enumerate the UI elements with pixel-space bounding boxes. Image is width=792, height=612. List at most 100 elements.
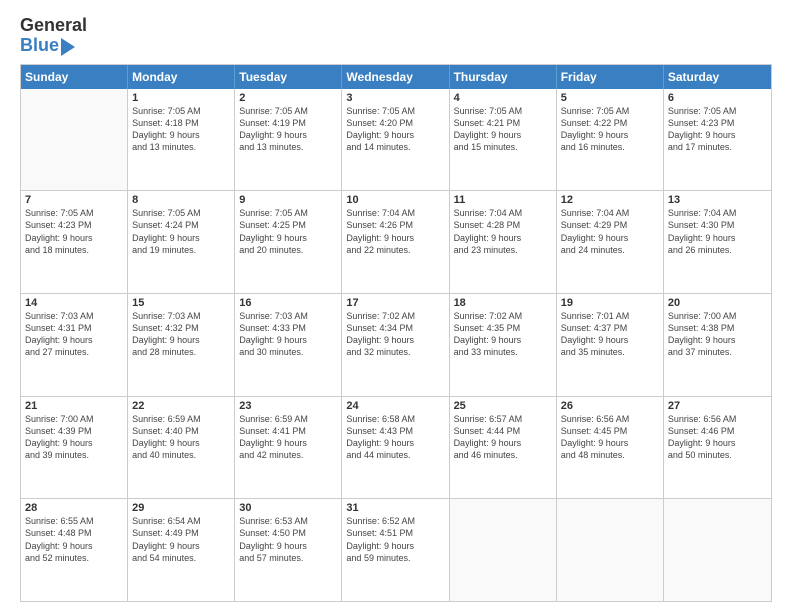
daylight-text-2: and 18 minutes.	[25, 244, 123, 256]
day-number: 3	[346, 92, 444, 104]
daylight-text-1: Daylight: 9 hours	[132, 540, 230, 552]
calendar-cell: 25Sunrise: 6:57 AMSunset: 4:44 PMDayligh…	[450, 397, 557, 499]
day-number: 23	[239, 400, 337, 412]
sunrise-text: Sunrise: 7:05 AM	[454, 105, 552, 117]
sunset-text: Sunset: 4:38 PM	[668, 322, 767, 334]
daylight-text-1: Daylight: 9 hours	[239, 334, 337, 346]
day-number: 7	[25, 194, 123, 206]
daylight-text-2: and 13 minutes.	[239, 141, 337, 153]
daylight-text-1: Daylight: 9 hours	[668, 232, 767, 244]
sunset-text: Sunset: 4:48 PM	[25, 527, 123, 539]
calendar-header: SundayMondayTuesdayWednesdayThursdayFrid…	[21, 65, 771, 89]
daylight-text-2: and 26 minutes.	[668, 244, 767, 256]
day-number: 20	[668, 297, 767, 309]
daylight-text-1: Daylight: 9 hours	[25, 334, 123, 346]
header-cell-saturday: Saturday	[664, 65, 771, 89]
daylight-text-2: and 39 minutes.	[25, 449, 123, 461]
day-number: 5	[561, 92, 659, 104]
daylight-text-2: and 22 minutes.	[346, 244, 444, 256]
daylight-text-2: and 30 minutes.	[239, 346, 337, 358]
calendar-cell: 17Sunrise: 7:02 AMSunset: 4:34 PMDayligh…	[342, 294, 449, 396]
daylight-text-2: and 13 minutes.	[132, 141, 230, 153]
day-number: 10	[346, 194, 444, 206]
sunrise-text: Sunrise: 7:03 AM	[239, 310, 337, 322]
sunset-text: Sunset: 4:22 PM	[561, 117, 659, 129]
daylight-text-2: and 52 minutes.	[25, 552, 123, 564]
day-number: 18	[454, 297, 552, 309]
day-number: 27	[668, 400, 767, 412]
daylight-text-2: and 40 minutes.	[132, 449, 230, 461]
day-number: 2	[239, 92, 337, 104]
daylight-text-2: and 28 minutes.	[132, 346, 230, 358]
sunset-text: Sunset: 4:34 PM	[346, 322, 444, 334]
sunset-text: Sunset: 4:25 PM	[239, 219, 337, 231]
daylight-text-2: and 24 minutes.	[561, 244, 659, 256]
sunrise-text: Sunrise: 6:56 AM	[668, 413, 767, 425]
calendar-cell: 1Sunrise: 7:05 AMSunset: 4:18 PMDaylight…	[128, 89, 235, 191]
daylight-text-2: and 27 minutes.	[25, 346, 123, 358]
sunrise-text: Sunrise: 6:59 AM	[239, 413, 337, 425]
daylight-text-1: Daylight: 9 hours	[346, 540, 444, 552]
day-number: 6	[668, 92, 767, 104]
calendar-cell: 11Sunrise: 7:04 AMSunset: 4:28 PMDayligh…	[450, 191, 557, 293]
header: General Blue	[20, 16, 772, 56]
daylight-text-2: and 14 minutes.	[346, 141, 444, 153]
sunrise-text: Sunrise: 7:03 AM	[25, 310, 123, 322]
calendar-cell: 8Sunrise: 7:05 AMSunset: 4:24 PMDaylight…	[128, 191, 235, 293]
sunset-text: Sunset: 4:28 PM	[454, 219, 552, 231]
day-number: 13	[668, 194, 767, 206]
day-number: 28	[25, 502, 123, 514]
day-number: 19	[561, 297, 659, 309]
daylight-text-1: Daylight: 9 hours	[132, 232, 230, 244]
sunset-text: Sunset: 4:30 PM	[668, 219, 767, 231]
sunrise-text: Sunrise: 6:55 AM	[25, 515, 123, 527]
daylight-text-2: and 48 minutes.	[561, 449, 659, 461]
calendar-cell: 14Sunrise: 7:03 AMSunset: 4:31 PMDayligh…	[21, 294, 128, 396]
sunset-text: Sunset: 4:19 PM	[239, 117, 337, 129]
header-cell-wednesday: Wednesday	[342, 65, 449, 89]
daylight-text-1: Daylight: 9 hours	[561, 334, 659, 346]
daylight-text-1: Daylight: 9 hours	[454, 437, 552, 449]
daylight-text-2: and 46 minutes.	[454, 449, 552, 461]
daylight-text-1: Daylight: 9 hours	[561, 129, 659, 141]
sunrise-text: Sunrise: 6:54 AM	[132, 515, 230, 527]
daylight-text-1: Daylight: 9 hours	[239, 232, 337, 244]
calendar-cell: 31Sunrise: 6:52 AMSunset: 4:51 PMDayligh…	[342, 499, 449, 601]
day-number: 26	[561, 400, 659, 412]
daylight-text-2: and 15 minutes.	[454, 141, 552, 153]
day-number: 12	[561, 194, 659, 206]
sunrise-text: Sunrise: 7:05 AM	[239, 207, 337, 219]
logo-line2: Blue	[20, 36, 87, 56]
calendar-cell: 29Sunrise: 6:54 AMSunset: 4:49 PMDayligh…	[128, 499, 235, 601]
daylight-text-1: Daylight: 9 hours	[25, 437, 123, 449]
day-number: 29	[132, 502, 230, 514]
daylight-text-2: and 44 minutes.	[346, 449, 444, 461]
calendar-cell: 3Sunrise: 7:05 AMSunset: 4:20 PMDaylight…	[342, 89, 449, 191]
daylight-text-1: Daylight: 9 hours	[454, 334, 552, 346]
sunset-text: Sunset: 4:41 PM	[239, 425, 337, 437]
day-number: 15	[132, 297, 230, 309]
calendar-row-2: 14Sunrise: 7:03 AMSunset: 4:31 PMDayligh…	[21, 293, 771, 396]
sunrise-text: Sunrise: 7:05 AM	[561, 105, 659, 117]
day-number: 25	[454, 400, 552, 412]
calendar-cell	[450, 499, 557, 601]
day-number: 31	[346, 502, 444, 514]
daylight-text-1: Daylight: 9 hours	[239, 129, 337, 141]
sunset-text: Sunset: 4:23 PM	[668, 117, 767, 129]
calendar-row-3: 21Sunrise: 7:00 AMSunset: 4:39 PMDayligh…	[21, 396, 771, 499]
calendar-cell: 18Sunrise: 7:02 AMSunset: 4:35 PMDayligh…	[450, 294, 557, 396]
daylight-text-1: Daylight: 9 hours	[454, 232, 552, 244]
calendar-cell: 15Sunrise: 7:03 AMSunset: 4:32 PMDayligh…	[128, 294, 235, 396]
calendar-cell: 28Sunrise: 6:55 AMSunset: 4:48 PMDayligh…	[21, 499, 128, 601]
daylight-text-1: Daylight: 9 hours	[239, 437, 337, 449]
daylight-text-1: Daylight: 9 hours	[668, 334, 767, 346]
sunset-text: Sunset: 4:18 PM	[132, 117, 230, 129]
daylight-text-1: Daylight: 9 hours	[668, 437, 767, 449]
day-number: 9	[239, 194, 337, 206]
daylight-text-1: Daylight: 9 hours	[132, 129, 230, 141]
daylight-text-1: Daylight: 9 hours	[132, 437, 230, 449]
daylight-text-2: and 59 minutes.	[346, 552, 444, 564]
daylight-text-1: Daylight: 9 hours	[346, 437, 444, 449]
calendar: SundayMondayTuesdayWednesdayThursdayFrid…	[20, 64, 772, 602]
day-number: 11	[454, 194, 552, 206]
